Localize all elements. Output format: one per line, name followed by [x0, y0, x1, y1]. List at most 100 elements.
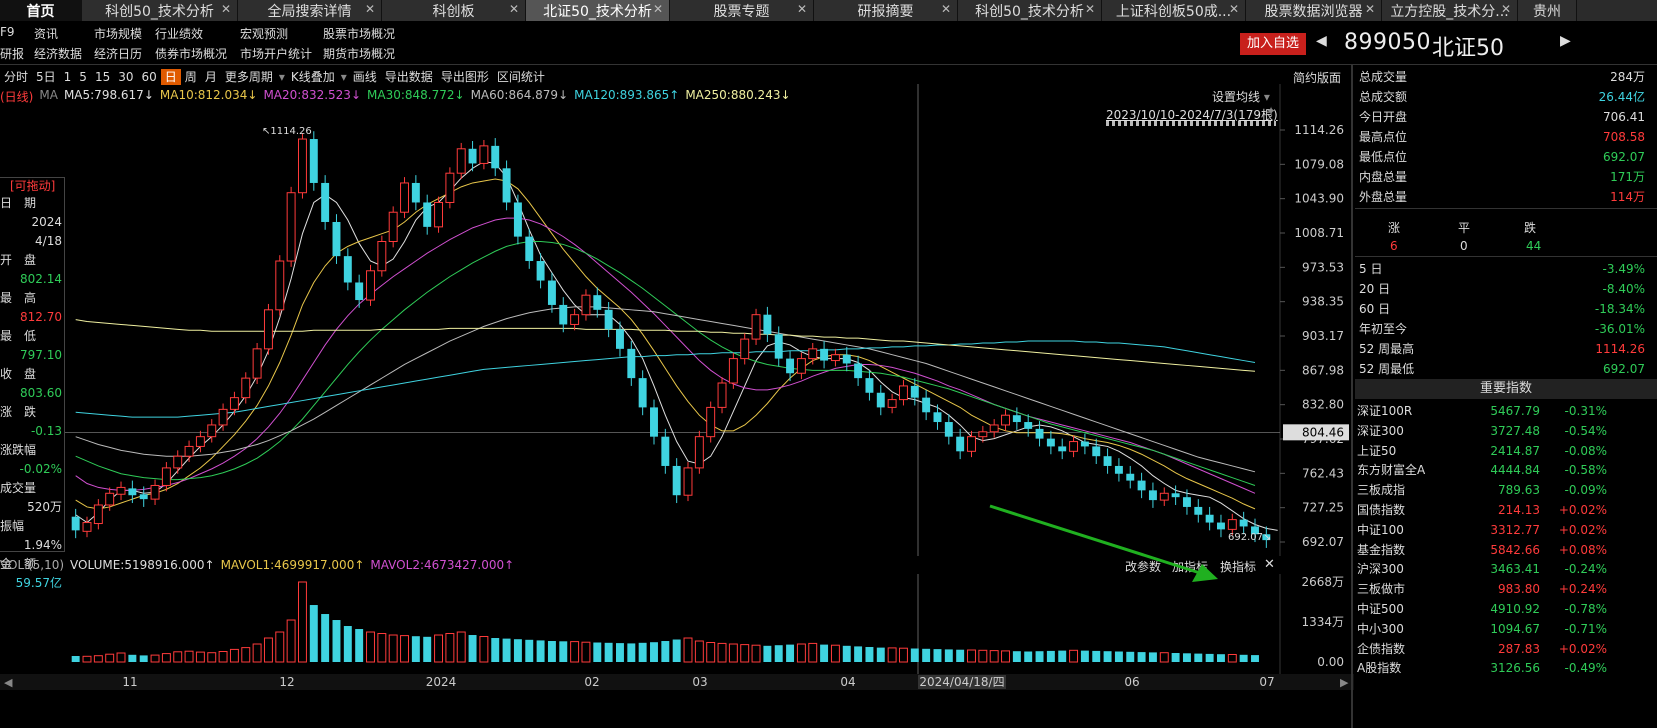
add-watchlist-button[interactable]: 加入自选 [1240, 33, 1306, 55]
index-row[interactable]: 沪深300 3463.41 -0.24% [1355, 559, 1657, 579]
toolbar-item[interactable]: K线叠加 [287, 69, 339, 85]
candlestick-chart[interactable]: 1114.26 1079.08 1043.90 1008.71 973.53 938.35… [0, 84, 1354, 556]
toolbar-item[interactable]: 区间统计 [493, 69, 549, 85]
tab-7[interactable]: 科创50_技术分析 ✕ [958, 0, 1102, 21]
tab-close-icon[interactable]: ✕ [1229, 2, 1239, 16]
volume-bar [82, 655, 92, 663]
candle-body [683, 467, 693, 496]
volume-bar [876, 647, 885, 662]
tab-close-icon[interactable]: ✕ [653, 2, 663, 16]
toolbar-item[interactable]: 导出图形 [437, 69, 493, 85]
tab-0[interactable]: 首页 [0, 0, 82, 21]
tab-close-icon[interactable]: ✕ [1365, 2, 1375, 16]
index-row[interactable]: 东方财富全A 4444.84 -0.58% [1355, 460, 1657, 480]
toolbar-item[interactable]: 1 [60, 69, 76, 85]
tab-11[interactable]: 贵州 [1518, 0, 1577, 21]
candle-body [366, 270, 375, 301]
volume-bar [616, 643, 624, 662]
index-price: 4444.84 [1490, 463, 1540, 478]
data-value: 797.10 [20, 348, 62, 362]
toolbar-item[interactable]: 月 [201, 69, 221, 85]
volume-bar [842, 645, 851, 662]
menu-item[interactable]: 市场规模 [94, 25, 142, 42]
menu-item[interactable]: 经济日历 [94, 45, 142, 62]
tab-8[interactable]: 上证科创板50成... ✕ [1102, 0, 1246, 21]
chevron-down-icon[interactable]: ▾ [277, 69, 287, 85]
tab-6[interactable]: 研报摘要 ✕ [814, 0, 958, 21]
index-row[interactable]: 国债指数 214.13 +0.02% [1355, 500, 1657, 520]
toolbar-item[interactable]: 日 [160, 69, 181, 85]
volume-bar [139, 655, 148, 662]
tab-close-icon[interactable]: ✕ [797, 2, 807, 16]
candle-body [82, 522, 92, 532]
tab-10[interactable]: 立方控股_技术分... ✕ [1382, 0, 1518, 21]
menu-item[interactable]: 期货市场概况 [323, 45, 395, 62]
toolbar-item[interactable]: 5日 [32, 69, 60, 85]
toolbar-item[interactable]: 更多周期 [221, 69, 277, 85]
tab-3[interactable]: 科创板 ✕ [382, 0, 526, 21]
candle-body [728, 358, 738, 384]
next-security-icon[interactable]: ▶ [1560, 33, 1571, 49]
toolbar-item[interactable]: 30 [114, 69, 137, 85]
stat-row: 最低点位 692.07 [1357, 147, 1657, 167]
toolbar-item[interactable]: 周 [181, 69, 201, 85]
toolbar-item[interactable]: 分时 [0, 69, 32, 85]
candle-body [128, 488, 137, 496]
candle-body [706, 406, 716, 438]
menu-item[interactable]: F9 [0, 25, 15, 39]
divider [1355, 208, 1657, 209]
tab-close-icon[interactable]: ✕ [509, 2, 519, 16]
index-row[interactable]: 中小300 1094.67 -0.71% [1355, 619, 1657, 639]
candle-body [1148, 490, 1157, 501]
toolbar-item[interactable]: 15 [91, 69, 114, 85]
stat-label: 最低点位 [1359, 150, 1408, 164]
toolbar-item[interactable]: 画线 [349, 69, 381, 85]
tab-2[interactable]: 全局搜索详情 ✕ [238, 0, 382, 21]
crosshair-data-panel[interactable]: [可拖动] 日 期 2024 4/18 开 盘 802.14 最 高 812.70 最 低 79… [0, 177, 65, 590]
menu-item[interactable]: 债券市场概况 [155, 45, 227, 62]
index-row[interactable]: 基金指数 5842.66 +0.08% [1355, 540, 1657, 560]
index-row[interactable]: 中证500 4910.92 -0.78% [1355, 599, 1657, 619]
candle-body [1046, 438, 1055, 447]
close-icon[interactable]: ✕ [1264, 557, 1275, 572]
toolbar-item[interactable]: 60 [138, 69, 161, 85]
tab-1[interactable]: 科创50_技术分析 ✕ [82, 0, 238, 21]
index-row[interactable]: A股指数 3126.56 -0.49% [1355, 658, 1657, 678]
scroll-right-icon[interactable]: ▶ [1340, 676, 1349, 689]
index-row[interactable]: 企债指数 287.83 +0.02% [1355, 639, 1657, 659]
menu-item[interactable]: 宏观预测 [240, 25, 288, 42]
candle-body [581, 294, 591, 316]
tab-close-icon[interactable]: ✕ [941, 2, 951, 16]
tab-9[interactable]: 股票数据浏览器 ✕ [1246, 0, 1382, 21]
data-value: 1.94% [23, 538, 62, 552]
tab-5[interactable]: 股票专题 ✕ [670, 0, 814, 21]
index-row[interactable]: 上证50 2414.87 -0.08% [1355, 441, 1657, 461]
menu-item[interactable]: 研报 [0, 45, 24, 62]
stat-value: 114万 [1610, 190, 1645, 204]
menu-item[interactable]: 经济数据 [34, 45, 82, 62]
index-row[interactable]: 中证100 3312.77 +0.02% [1355, 520, 1657, 540]
index-row[interactable]: 深证300 3727.48 -0.54% [1355, 421, 1657, 441]
index-row[interactable]: 三板成指 789.63 -0.09% [1355, 480, 1657, 500]
menu-item[interactable]: 资讯 [34, 25, 58, 42]
tab-close-icon[interactable]: ✕ [1085, 2, 1095, 16]
tab-close-icon[interactable]: ✕ [1501, 2, 1511, 16]
index-row[interactable]: 深证100R 5467.79 -0.31% [1355, 401, 1657, 421]
menu-item[interactable]: 行业绩效 [155, 25, 203, 42]
menu-item[interactable]: 股票市场概况 [323, 25, 395, 42]
tab-close-icon[interactable]: ✕ [221, 2, 231, 16]
prev-security-icon[interactable]: ◀ [1316, 33, 1327, 49]
toolbar-item[interactable]: 5 [75, 69, 91, 85]
index-row[interactable]: 三板做市 983.80 +0.24% [1355, 579, 1657, 599]
tab-close-icon[interactable]: ✕ [365, 2, 375, 16]
volume-bar [116, 652, 126, 663]
toolbar-item[interactable]: 导出数据 [381, 69, 437, 85]
chevron-down-icon[interactable]: ▾ [339, 69, 349, 85]
index-price: 2414.87 [1490, 443, 1540, 458]
tab-4[interactable]: 北证50_技术分析 ✕ [526, 0, 670, 21]
adv-dec-count: 44 [1526, 239, 1542, 253]
menu-item[interactable]: 市场开户统计 [240, 45, 312, 62]
scroll-left-icon[interactable]: ◀ [4, 676, 13, 689]
ma-line-ma120 [75, 340, 1256, 418]
candle-body [616, 329, 624, 349]
